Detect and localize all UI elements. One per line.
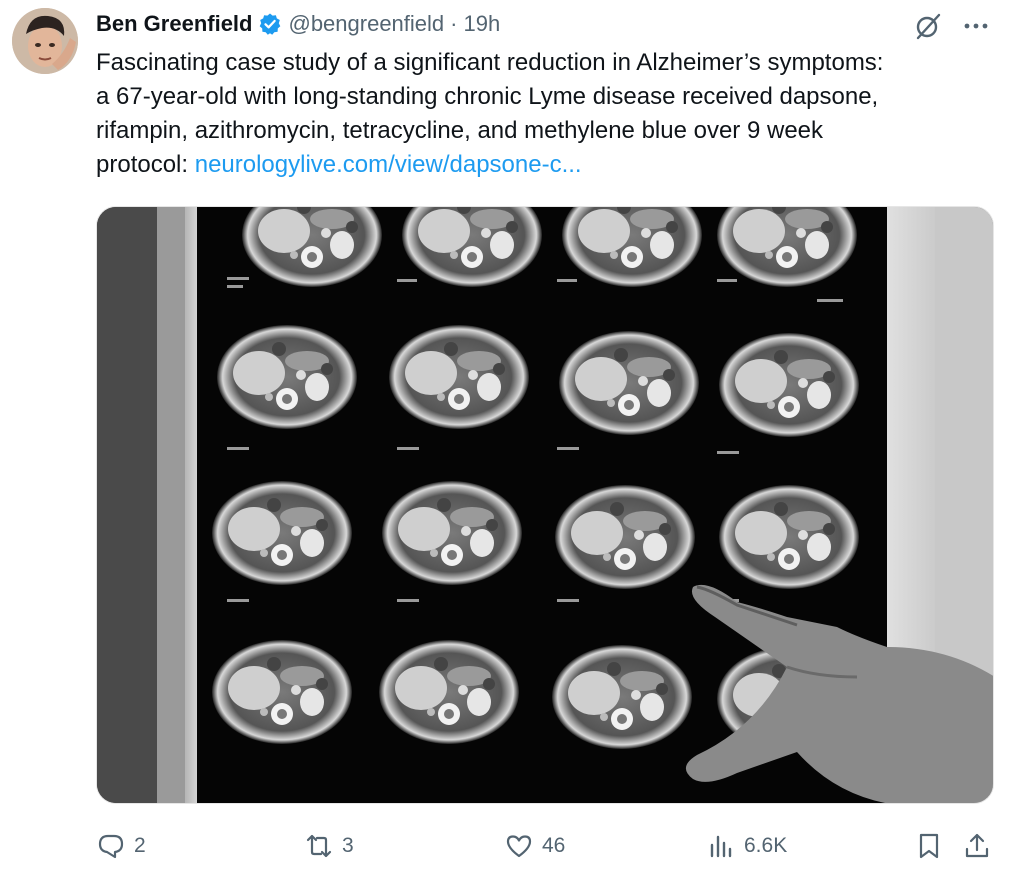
bookmark-button[interactable]: [914, 826, 944, 866]
heart-icon: [506, 835, 532, 858]
tweet-action-bar: 2 3 46 6.6K: [96, 826, 996, 866]
like-count: 46: [542, 834, 566, 857]
reply-button[interactable]: 2: [96, 826, 146, 866]
share-button[interactable]: [962, 826, 992, 866]
tweet-text: Fascinating case study of a significant …: [96, 46, 996, 182]
display-name[interactable]: Ben Greenfield: [96, 11, 252, 37]
ct-scan-photo: [97, 207, 993, 803]
reply-icon: [98, 834, 124, 859]
views-chart-icon: [710, 835, 732, 858]
views-button[interactable]: 6.6K: [706, 826, 787, 866]
retweet-button[interactable]: 3: [304, 826, 354, 866]
user-handle[interactable]: @bengreenfield: [288, 11, 444, 37]
avatar[interactable]: [12, 8, 78, 74]
separator-dot: ·: [450, 11, 458, 36]
tweet-media-image[interactable]: [96, 206, 994, 804]
tweet-link[interactable]: neurologylive.com/view/dapsone-c...: [195, 151, 582, 178]
retweet-count: 3: [342, 834, 354, 857]
reply-count: 2: [134, 834, 146, 857]
bookmark-icon: [919, 833, 939, 859]
share-icon: [965, 833, 989, 858]
grok-icon[interactable]: [912, 10, 944, 42]
retweet-icon: [306, 834, 332, 858]
tweet-header: Ben Greenfield @bengreenfield · 19h: [96, 8, 500, 40]
timestamp[interactable]: 19h: [463, 11, 500, 37]
like-button[interactable]: 46: [504, 826, 565, 866]
avatar-image: [12, 8, 78, 74]
more-dots-icon[interactable]: [960, 10, 992, 42]
views-count: 6.6K: [744, 834, 788, 857]
verified-badge-icon: [260, 13, 281, 35]
